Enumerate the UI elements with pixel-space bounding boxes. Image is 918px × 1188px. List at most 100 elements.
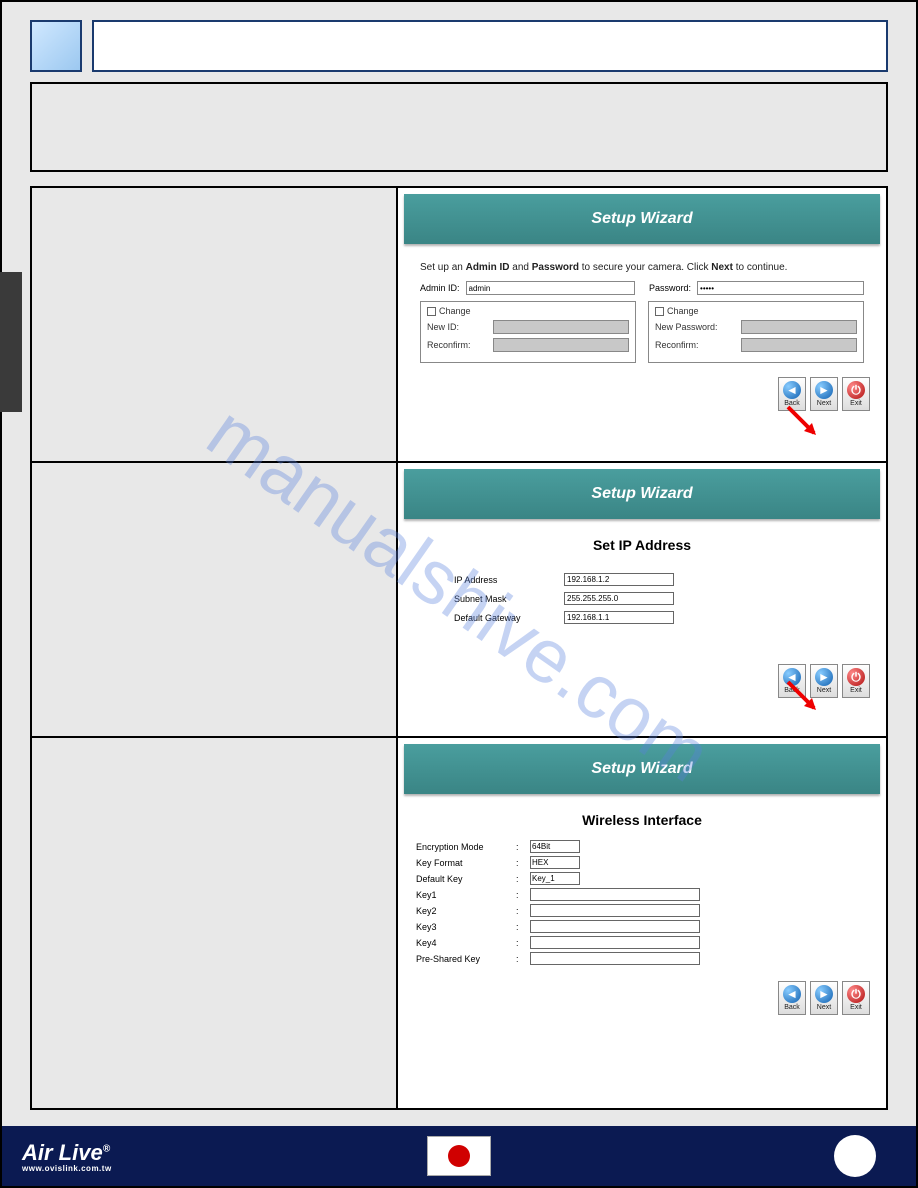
exit-label: Exit <box>850 1004 862 1011</box>
back-button[interactable]: ◄ Back <box>778 981 806 1015</box>
reconfirm-password-label: Reconfirm: <box>655 340 735 350</box>
wizard-instruction: Set up an Admin ID and Password to secur… <box>420 262 864 273</box>
grid-row-3: Setup Wizard Wireless Interface Encrypti… <box>32 738 886 1108</box>
wizard-title-2: Setup Wizard <box>404 469 880 519</box>
instr-bold: Next <box>711 262 733 273</box>
brand-text: Air Live <box>22 1140 103 1165</box>
wizard-panel-2: Setup Wizard Set IP Address IP Address S… <box>404 469 880 702</box>
colon: : <box>516 858 530 868</box>
exit-label: Exit <box>850 687 862 694</box>
back-label: Back <box>784 687 800 694</box>
grid-left-2 <box>32 463 398 736</box>
back-label: Back <box>784 1004 800 1011</box>
change-password-checkbox[interactable] <box>655 307 664 316</box>
change-id-group: Change New ID: Reconfirm: <box>420 301 636 363</box>
next-arrow-icon: ► <box>815 381 833 399</box>
key1-label: Key1 <box>416 890 516 900</box>
instr-text: to secure your camera. Click <box>579 262 711 273</box>
new-password-label: New Password: <box>655 322 735 332</box>
exit-icon: ⏻ <box>847 985 865 1003</box>
instr-bold: Password <box>532 262 579 273</box>
wizard-title-3: Setup Wizard <box>404 744 880 794</box>
new-password-input[interactable] <box>741 320 857 334</box>
encryption-label: Encryption Mode <box>416 842 516 852</box>
grid-right-3: Setup Wizard Wireless Interface Encrypti… <box>398 738 886 1108</box>
change-id-checkbox[interactable] <box>427 307 436 316</box>
colon: : <box>516 842 530 852</box>
colon: : <box>516 938 530 948</box>
ip-subtitle: Set IP Address <box>404 537 880 553</box>
next-label: Next <box>817 400 831 407</box>
back-arrow-icon: ◄ <box>783 668 801 686</box>
japan-flag-icon <box>427 1136 491 1176</box>
next-button[interactable]: ► Next <box>810 981 838 1015</box>
keyformat-label: Key Format <box>416 858 516 868</box>
exit-icon: ⏻ <box>847 381 865 399</box>
exit-icon: ⏻ <box>847 668 865 686</box>
footer-circle-icon <box>834 1135 876 1177</box>
instr-text: and <box>509 262 531 273</box>
change-label: Change <box>667 306 699 316</box>
header-row <box>30 20 888 72</box>
back-button[interactable]: ◄ Back <box>778 377 806 411</box>
colon: : <box>516 954 530 964</box>
side-tab <box>0 272 22 412</box>
grid-right-2: Setup Wizard Set IP Address IP Address S… <box>398 463 886 736</box>
next-button[interactable]: ► Next <box>810 377 838 411</box>
footer-bar: Air Live® www.ovislink.com.tw <box>2 1126 916 1186</box>
next-arrow-icon: ► <box>815 668 833 686</box>
wizard-panel-1: Setup Wizard Set up an Admin ID and Pass… <box>404 194 880 415</box>
key4-label: Key4 <box>416 938 516 948</box>
brand-logo: Air Live® www.ovislink.com.tw <box>22 1140 112 1173</box>
key3-label: Key3 <box>416 922 516 932</box>
psk-label: Pre-Shared Key <box>416 954 516 964</box>
grid-row-2: Setup Wizard Set IP Address IP Address S… <box>32 463 886 738</box>
encryption-select[interactable] <box>530 840 580 853</box>
brand-url: www.ovislink.com.tw <box>22 1164 112 1173</box>
key4-input[interactable] <box>530 936 700 949</box>
password-input[interactable] <box>697 281 864 295</box>
back-label: Back <box>784 400 800 407</box>
header-icon <box>30 20 82 72</box>
wireless-subtitle: Wireless Interface <box>404 812 880 828</box>
exit-button[interactable]: ⏻ Exit <box>842 981 870 1015</box>
exit-button[interactable]: ⏻ Exit <box>842 377 870 411</box>
exit-button[interactable]: ⏻ Exit <box>842 664 870 698</box>
change-label: Change <box>439 306 471 316</box>
header-title-box <box>92 20 888 72</box>
admin-id-label: Admin ID: <box>420 283 460 293</box>
new-id-input[interactable] <box>493 320 629 334</box>
admin-id-input[interactable] <box>466 281 635 295</box>
reconfirm-id-label: Reconfirm: <box>427 340 487 350</box>
wizard-panel-3: Setup Wizard Wireless Interface Encrypti… <box>404 744 880 1019</box>
keyformat-select[interactable] <box>530 856 580 869</box>
colon: : <box>516 906 530 916</box>
defaultkey-select[interactable] <box>530 872 580 885</box>
instr-text: Set up an <box>420 262 466 273</box>
ip-address-label: IP Address <box>454 575 564 585</box>
gateway-label: Default Gateway <box>454 613 564 623</box>
back-arrow-icon: ◄ <box>783 381 801 399</box>
back-button[interactable]: ◄ Back <box>778 664 806 698</box>
key2-label: Key2 <box>416 906 516 916</box>
reconfirm-password-input[interactable] <box>741 338 857 352</box>
next-label: Next <box>817 1004 831 1011</box>
wizard-title-1: Setup Wizard <box>404 194 880 244</box>
new-id-label: New ID: <box>427 322 487 332</box>
next-button[interactable]: ► Next <box>810 664 838 698</box>
colon: : <box>516 890 530 900</box>
gateway-input[interactable] <box>564 611 674 624</box>
key3-input[interactable] <box>530 920 700 933</box>
grid-left-1 <box>32 188 398 461</box>
instr-text: to continue. <box>733 262 787 273</box>
key1-input[interactable] <box>530 888 700 901</box>
ip-address-input[interactable] <box>564 573 674 586</box>
psk-input[interactable] <box>530 952 700 965</box>
subnet-input[interactable] <box>564 592 674 605</box>
instr-bold: Admin ID <box>466 262 510 273</box>
key2-input[interactable] <box>530 904 700 917</box>
colon: : <box>516 922 530 932</box>
next-arrow-icon: ► <box>815 985 833 1003</box>
next-label: Next <box>817 687 831 694</box>
reconfirm-id-input[interactable] <box>493 338 629 352</box>
